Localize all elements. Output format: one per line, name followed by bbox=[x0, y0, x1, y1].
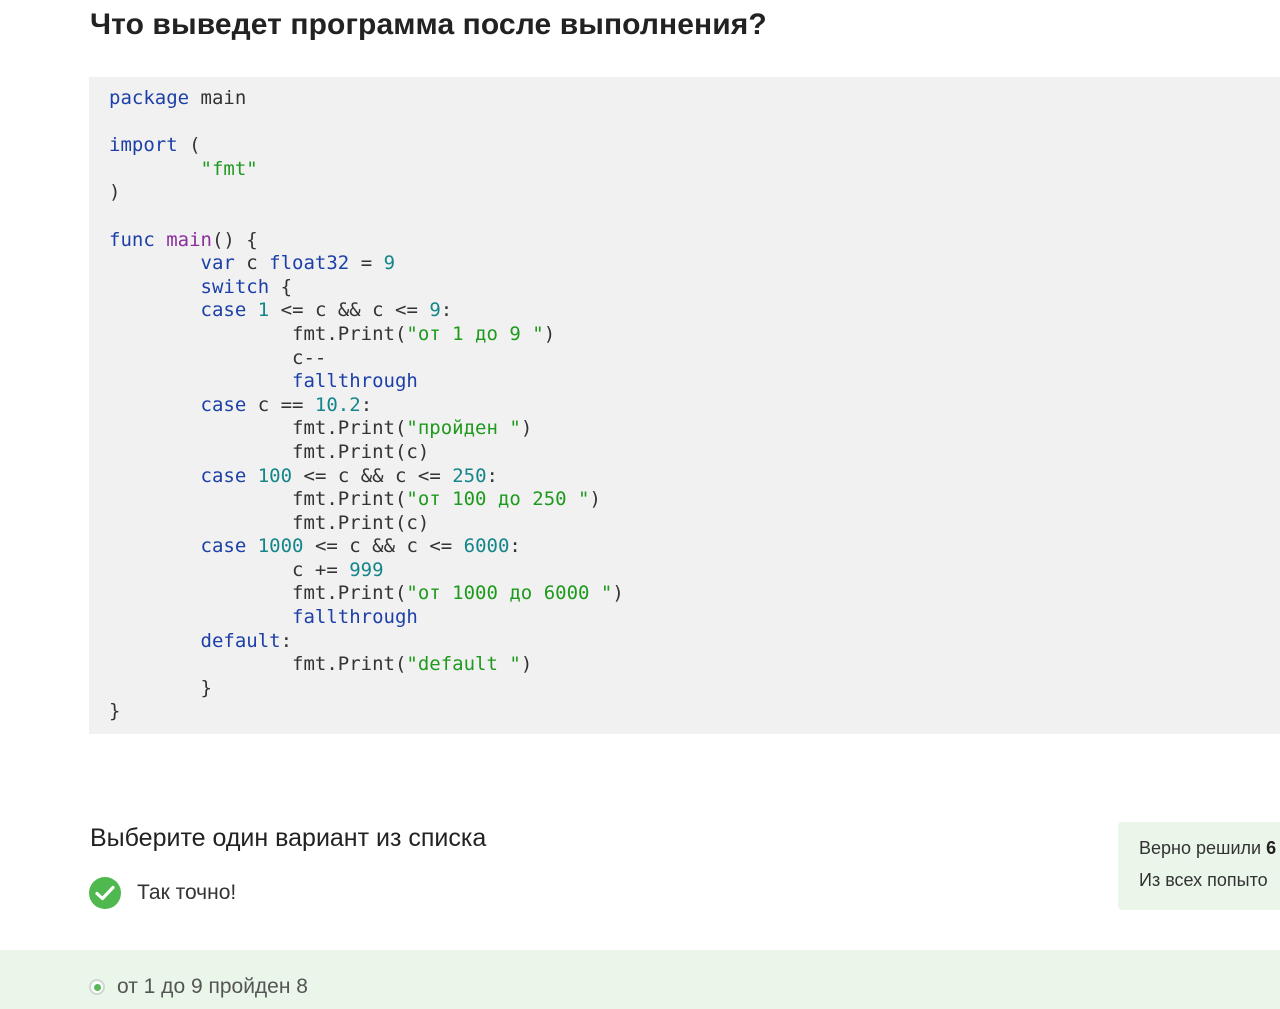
code-token: ( bbox=[177, 134, 201, 157]
code-token: c += bbox=[292, 558, 350, 581]
answer-option-label: от 1 до 9 пройден 8 bbox=[117, 975, 308, 998]
code-token: fmt.Print(c) bbox=[292, 440, 430, 463]
code-token: 9 bbox=[429, 299, 441, 322]
code-token: ) bbox=[543, 322, 556, 345]
code-token: 1000 bbox=[257, 535, 304, 558]
code-token: import bbox=[109, 134, 178, 157]
answer-section-title: Выберите один вариант из списка bbox=[90, 824, 487, 852]
code-token: case bbox=[200, 464, 247, 487]
code-token: () { bbox=[211, 228, 258, 251]
code-token: <= c && c <= bbox=[292, 464, 453, 487]
code-token: fmt.Print( bbox=[292, 322, 407, 345]
code-token: : bbox=[360, 393, 373, 416]
code-token: 250 bbox=[452, 464, 487, 487]
code-token: case bbox=[200, 393, 247, 416]
code-token: : bbox=[440, 299, 453, 322]
code-token: : bbox=[509, 535, 521, 558]
code-block: package main import ( "fmt" ) func main(… bbox=[89, 77, 1280, 734]
code-token: "пройден " bbox=[406, 417, 521, 440]
checkmark-icon bbox=[95, 885, 115, 901]
code-token: ) bbox=[109, 181, 121, 204]
code-token: <= c && c <= bbox=[303, 535, 464, 558]
code-token: fallthrough bbox=[292, 606, 418, 629]
result-text: Так точно! bbox=[137, 881, 237, 904]
attempts-stat: Из всех попыто bbox=[1139, 870, 1268, 890]
code-token: : bbox=[280, 629, 293, 652]
stats-panel: Верно решили 6 Из всех попыто bbox=[1118, 822, 1280, 910]
code-token: "от 1000 до 6000 " bbox=[406, 582, 613, 605]
solved-value: 6 bbox=[1266, 838, 1277, 858]
code-token: ) bbox=[612, 582, 624, 605]
code-token: fmt.Print( bbox=[292, 653, 407, 676]
answer-option[interactable]: от 1 до 9 пройден 8 bbox=[89, 975, 308, 999]
code-token: 9 bbox=[383, 252, 396, 275]
code-token: fmt.Print( bbox=[292, 488, 407, 511]
question-title: Что выведет программа после выполнения? bbox=[90, 8, 767, 41]
code-token: package bbox=[109, 87, 190, 109]
code-token: fmt.Print( bbox=[292, 417, 407, 440]
code-token: "от 1 до 9 " bbox=[406, 322, 544, 345]
code-token: "от 100 до 250 " bbox=[406, 488, 590, 511]
code-token: c-- bbox=[292, 346, 327, 369]
code-token: 10.2 bbox=[314, 393, 361, 416]
code-token: ) bbox=[589, 488, 601, 511]
code-token: } bbox=[200, 676, 212, 699]
code-token: ) bbox=[520, 653, 533, 676]
code-token: fmt.Print( bbox=[292, 582, 407, 605]
code-token: 1 bbox=[257, 299, 270, 322]
code-token: c bbox=[234, 252, 270, 275]
solved-label: Верно решили bbox=[1139, 838, 1267, 858]
result-feedback: Так точно! bbox=[89, 877, 236, 909]
code-token: func bbox=[109, 228, 155, 251]
code-token: <= c && c <= bbox=[269, 299, 430, 322]
code-token: default bbox=[200, 629, 281, 652]
radio-button[interactable] bbox=[89, 979, 105, 995]
code-token: fallthrough bbox=[292, 370, 418, 393]
code-token: = bbox=[349, 252, 384, 275]
radio-selected-dot bbox=[93, 983, 101, 991]
code-token: ) bbox=[520, 417, 533, 440]
code-token: c == bbox=[246, 393, 315, 416]
solved-stat: Верно решили 6 bbox=[1139, 838, 1276, 859]
code-token: "fmt" bbox=[200, 157, 258, 180]
code-token: var bbox=[200, 252, 235, 275]
selected-answer-row[interactable]: от 1 до 9 пройден 8 bbox=[0, 950, 1280, 1009]
code-token: 6000 bbox=[463, 535, 510, 558]
code-token: main bbox=[166, 228, 212, 251]
code-token: "default " bbox=[406, 653, 521, 676]
code-token: case bbox=[200, 535, 247, 558]
code-token: } bbox=[109, 700, 121, 723]
code-token: switch bbox=[200, 275, 270, 298]
code-token: fmt.Print(c) bbox=[292, 511, 430, 534]
code-token: main bbox=[189, 87, 247, 109]
code-token: 100 bbox=[257, 464, 293, 487]
code-token: { bbox=[269, 275, 293, 298]
code-token: float32 bbox=[269, 252, 350, 275]
code-token: case bbox=[200, 299, 247, 322]
check-circle-icon bbox=[89, 877, 121, 909]
code-listing: package main import ( "fmt" ) func main(… bbox=[109, 87, 624, 724]
code-token: 999 bbox=[349, 558, 384, 581]
code-token: : bbox=[486, 464, 498, 487]
